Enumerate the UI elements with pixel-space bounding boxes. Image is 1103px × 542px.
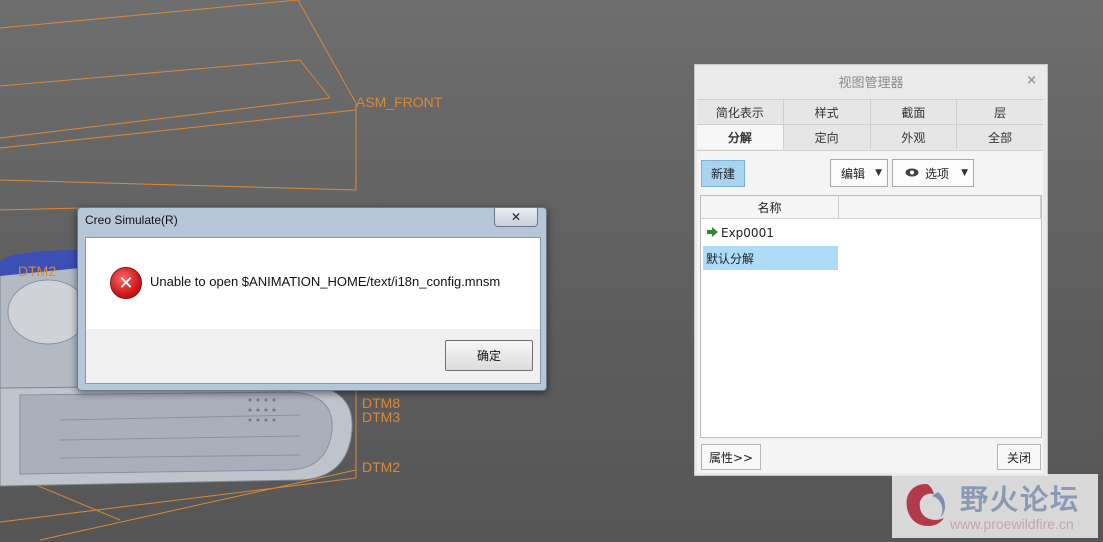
active-arrow-icon [707,226,718,240]
properties-button[interactable]: 属性>> [701,444,761,470]
explode-tab-content: 新建 编辑 ▼ 选项 ▼ 名称 Exp0001 默认分解 属性>> 关闭 [697,150,1043,473]
tab-all[interactable]: 全部 [957,125,1043,149]
options-dropdown[interactable]: 选项 ▼ [892,159,974,187]
column-header-empty [839,196,1041,218]
explode-list: 名称 Exp0001 默认分解 [700,195,1042,438]
caret-down-icon: ▼ [961,168,968,178]
list-item-label: Exp0001 [721,226,774,240]
column-header-name[interactable]: 名称 [701,196,839,218]
options-label: 选项 [925,166,950,181]
edit-dropdown[interactable]: 编辑 ▼ [830,159,888,187]
flame-logo-icon [906,484,946,527]
tab-explode[interactable]: 分解 [697,125,784,149]
panel-title: 视图管理器 [838,75,904,91]
tab-simplified-rep[interactable]: 简化表示 [697,100,784,124]
datum-label: DTM2 [18,263,57,279]
error-message: Unable to open $ANIMATION_HOME/text/i18n… [150,274,501,289]
caret-down-icon: ▼ [875,168,882,178]
dialog-title: Creo Simulate(R) [85,213,178,227]
error-icon: ✕ [110,267,142,299]
list-item[interactable]: 默认分解 [703,246,838,270]
tab-layers[interactable]: 层 [957,100,1043,124]
tab-style[interactable]: 样式 [783,100,871,124]
tab-section[interactable]: 截面 [870,100,958,124]
ok-button[interactable]: 确定 [445,340,533,371]
list-header: 名称 [701,196,1041,219]
datum-label: DTM2 [362,459,401,475]
close-icon[interactable]: ✕ [494,208,538,227]
edit-label: 编辑 [841,166,866,181]
watermark-url: www.proewildfire.cn [950,516,1074,532]
list-item-label: 默认分解 [706,251,755,266]
error-dialog: Creo Simulate(R) ✕ ✕ Unable to open $ANI… [77,207,547,391]
datum-label: DTM3 [362,409,401,425]
tab-appearance[interactable]: 外观 [870,125,958,149]
new-button[interactable]: 新建 [701,160,745,187]
view-manager-panel: 视图管理器 × 简化表示 样式 截面 层 分解 定向 外观 全部 新建 编辑 ▼… [694,64,1048,476]
tab-row-bottom: 分解 定向 外观 全部 [697,124,1043,149]
message-area: ✕ Unable to open $ANIMATION_HOME/text/i1… [86,238,540,329]
close-icon[interactable]: × [1026,73,1037,88]
watermark: 野火论坛 www.proewildfire.cn [892,474,1098,538]
dialog-body: ✕ Unable to open $ANIMATION_HOME/text/i1… [85,237,541,384]
list-item[interactable]: Exp0001 [703,221,838,245]
datum-label: ASM_FRONT [356,94,443,110]
watermark-title: 野火论坛 [960,483,1081,516]
tab-row-top: 简化表示 样式 截面 层 [697,99,1043,124]
eye-icon [905,166,919,180]
close-button[interactable]: 关闭 [997,444,1041,470]
tab-orient[interactable]: 定向 [783,125,871,149]
